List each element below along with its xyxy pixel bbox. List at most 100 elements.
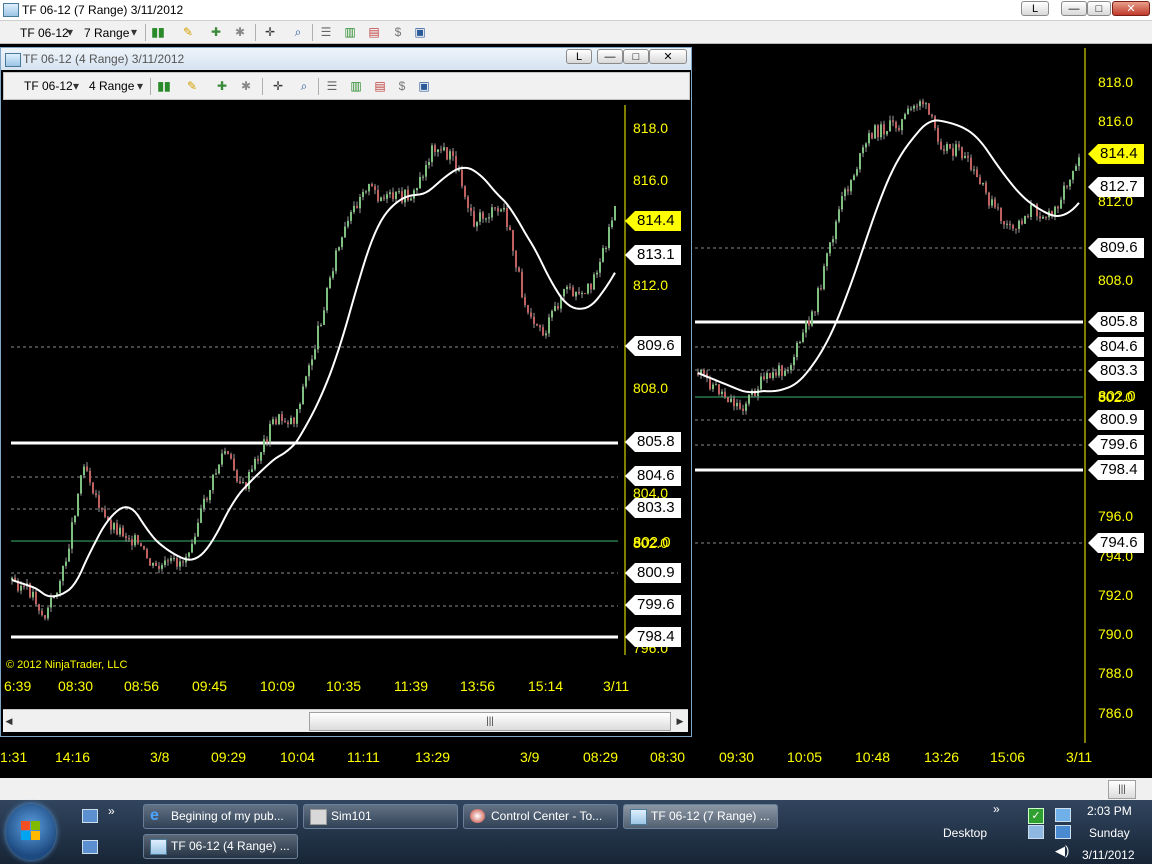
task-browser[interactable]: e Begining of my pub... [143, 804, 298, 829]
close-button[interactable]: ✕ [649, 49, 687, 64]
candle-body [467, 196, 469, 208]
zoom-icon[interactable]: ⌕ [290, 25, 306, 39]
chevron-down-icon[interactable]: ▾ [136, 79, 144, 93]
action-center-icon[interactable]: ✓ [1028, 808, 1044, 824]
scroll-left-icon[interactable]: ◀ [3, 713, 15, 729]
layout-button[interactable]: L [1021, 1, 1049, 16]
main-horizontal-scrollbar[interactable]: ||| [0, 778, 1152, 800]
candle-body [841, 196, 843, 210]
account-window-icon [310, 809, 327, 825]
volume-icon[interactable]: ◀) [1055, 843, 1069, 859]
network-icon[interactable] [1055, 825, 1071, 839]
tray-app-icon[interactable] [1055, 808, 1071, 822]
candle-body [593, 274, 595, 290]
scroll-right-icon[interactable]: ▶ [674, 713, 686, 729]
data-series-icon[interactable]: ▥ [342, 25, 358, 39]
tray-expand-icon[interactable]: » [993, 802, 1000, 816]
bar-type-icon[interactable]: ▮▮ [156, 79, 172, 93]
instrument-selector[interactable]: TF 06-12 [24, 79, 73, 93]
quicklaunch-expand-icon[interactable]: » [108, 804, 115, 818]
inner-chart-canvas[interactable] [3, 100, 688, 708]
candle-body [299, 404, 301, 410]
candle-body [389, 192, 391, 195]
start-button[interactable] [6, 804, 56, 860]
candle-body [964, 155, 966, 159]
inner-horizontal-scrollbar[interactable]: ◀ ||| ▶ [3, 709, 688, 732]
candle-body [260, 452, 262, 461]
chart-style-icon[interactable]: ▤ [366, 25, 382, 39]
task-control-center[interactable]: Control Center - To... [463, 804, 618, 829]
candle-body [182, 561, 184, 563]
crosshair-icon[interactable]: ✛ [270, 79, 286, 93]
candle-body [1006, 223, 1008, 225]
chevron-down-icon[interactable]: ▾ [72, 79, 80, 93]
strategy-icon[interactable]: ✱ [238, 79, 254, 93]
candle-body [473, 211, 475, 227]
candle-body [80, 475, 82, 494]
time-axis-label: 10:04 [280, 749, 316, 765]
task-chart-4-range[interactable]: TF 06-12 (4 Range) ... [143, 834, 298, 859]
main-scroll-thumb[interactable]: ||| [1108, 780, 1136, 799]
candle-body [248, 472, 250, 489]
zoom-icon[interactable]: ⌕ [296, 79, 312, 93]
chevron-down-icon[interactable]: ▾ [66, 25, 74, 39]
minimize-button[interactable]: — [597, 49, 623, 64]
candle-body [83, 466, 85, 476]
candle-body [293, 417, 295, 424]
show-desktop-icon[interactable] [82, 809, 98, 823]
add-indicator-icon[interactable]: ✚ [208, 25, 224, 39]
data-series-icon[interactable]: ▥ [348, 79, 364, 93]
desktop-toolbar-label[interactable]: Desktop [943, 826, 987, 840]
pencil-draw-icon[interactable]: ✎ [180, 25, 196, 39]
candle-body [401, 191, 403, 203]
candle-body [239, 481, 241, 484]
clock-date[interactable]: 3/11/2012 [1082, 848, 1135, 862]
candle-body [395, 191, 397, 199]
tray-window-icon[interactable] [1028, 825, 1044, 839]
time-axis-label: 3/9 [520, 749, 540, 765]
switch-windows-icon[interactable] [82, 840, 98, 854]
chevron-down-icon[interactable]: ▾ [130, 25, 138, 39]
candle-body [431, 145, 433, 163]
candle-body [101, 507, 103, 510]
minimize-button[interactable]: — [1061, 1, 1087, 16]
period-selector[interactable]: 7 Range [84, 26, 129, 40]
share-icon[interactable]: $ [390, 25, 406, 39]
period-selector[interactable]: 4 Range [89, 79, 134, 93]
task-sim101[interactable]: Sim101 [303, 804, 458, 829]
candle-body [551, 310, 553, 318]
candle-body [62, 565, 64, 581]
clock-time[interactable]: 2:03 PM [1087, 804, 1132, 818]
candle-body [284, 421, 286, 423]
properties-icon[interactable]: ☰ [318, 25, 334, 39]
bar-type-icon[interactable]: ▮▮ [150, 25, 166, 39]
pencil-draw-icon[interactable]: ✎ [184, 79, 200, 93]
candle-body [365, 191, 367, 193]
share-icon[interactable]: $ [394, 79, 410, 93]
maximize-button[interactable]: □ [623, 49, 649, 64]
properties-icon[interactable]: ☰ [324, 79, 340, 93]
add-indicator-icon[interactable]: ✚ [214, 79, 230, 93]
layout-button[interactable]: L [566, 49, 592, 64]
instrument-selector[interactable]: TF 06-12 [20, 26, 69, 40]
panel-icon[interactable]: ▣ [412, 25, 428, 39]
clock-day[interactable]: Sunday [1089, 826, 1130, 840]
chart-app-icon [150, 839, 167, 855]
chart-style-icon[interactable]: ▤ [372, 79, 388, 93]
crosshair-icon[interactable]: ✛ [262, 25, 278, 39]
candle-body [227, 451, 229, 455]
candle-body [140, 543, 142, 547]
panel-icon[interactable]: ▣ [416, 79, 432, 93]
candle-body [799, 342, 801, 344]
chart-app-icon [5, 53, 21, 67]
inner-scroll-thumb[interactable]: ||| [309, 712, 671, 731]
candle-body [287, 422, 289, 425]
candle-body [997, 207, 999, 209]
maximize-button[interactable]: □ [1087, 1, 1111, 16]
price-marker: 814.4 [625, 211, 681, 231]
strategy-icon[interactable]: ✱ [232, 25, 248, 39]
time-axis-label: 08:29 [583, 749, 619, 765]
task-chart-7-range[interactable]: TF 06-12 (7 Range) ... [623, 804, 778, 829]
close-button[interactable]: ✕ [1112, 1, 1150, 16]
candle-body [128, 538, 130, 540]
